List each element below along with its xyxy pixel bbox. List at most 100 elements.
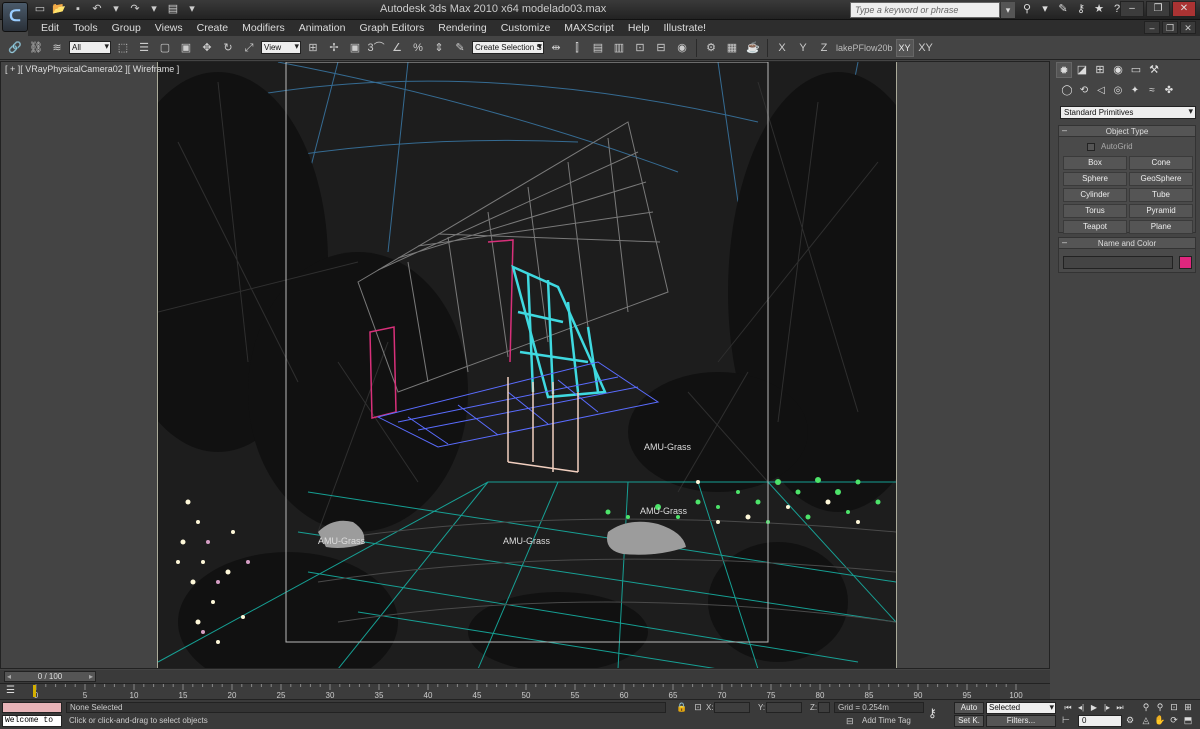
doc-minimize-icon[interactable]: – (1144, 21, 1160, 34)
select-and-link-icon[interactable]: 🔗 (6, 39, 24, 57)
name-and-color-rollout-header[interactable]: – Name and Color (1059, 237, 1195, 249)
material-editor-icon[interactable]: ◉ (673, 39, 691, 57)
create-tab-icon[interactable]: ✹ (1056, 62, 1072, 78)
play-icon[interactable]: ▶ (1088, 702, 1100, 713)
curve-editor-icon[interactable]: ⊡ (631, 39, 649, 57)
key-filters-button[interactable]: Filters... (986, 715, 1056, 727)
absolute-mode-icon[interactable]: ⊡ (692, 702, 704, 713)
menu-maxscript[interactable]: MAXScript (557, 22, 621, 34)
geosphere-button[interactable]: GeoSphere (1129, 172, 1193, 186)
bind-space-warp-icon[interactable]: ≋ (48, 39, 66, 57)
axis-y-button[interactable]: Y (794, 39, 812, 57)
constraint-xy-button[interactable]: XY (895, 38, 914, 57)
time-configuration-icon[interactable]: ⚙ (1126, 715, 1138, 727)
constraint-xy-toggle-button[interactable]: XY (917, 39, 935, 57)
reference-coordinate-dropdown[interactable]: View (261, 41, 301, 54)
geometry-icon[interactable]: ◯ (1060, 84, 1074, 98)
selection-filter-dropdown[interactable]: All (69, 41, 111, 54)
zoom-icon[interactable]: ⚲ (1140, 701, 1152, 713)
menu-help[interactable]: Help (621, 22, 657, 34)
select-by-name-icon[interactable]: ☰ (135, 39, 153, 57)
align-icon[interactable]: ⫿ (568, 39, 586, 57)
menu-rendering[interactable]: Rendering (431, 22, 493, 34)
menu-edit[interactable]: Edit (34, 22, 66, 34)
doc-restore-icon[interactable]: ❐ (1162, 21, 1178, 34)
named-selection-sets-dropdown[interactable]: Create Selection S (472, 41, 544, 54)
menu-group[interactable]: Group (105, 22, 148, 34)
autogrid-checkbox[interactable]: AutoGrid (1087, 142, 1133, 151)
zoom-extents-all-icon[interactable]: ⊞ (1182, 701, 1194, 713)
search-input[interactable]: Type a keyword or phrase (850, 2, 1000, 18)
space-warps-icon[interactable]: ≈ (1145, 84, 1159, 98)
menu-views[interactable]: Views (148, 22, 190, 34)
time-slider-thumb[interactable]: 0 / 100 (4, 671, 96, 682)
save-file-icon[interactable]: ▪ (70, 2, 86, 17)
orbit-icon[interactable]: ⟳ (1168, 714, 1180, 726)
current-frame-field[interactable]: 0 (1078, 715, 1122, 727)
angle-snap-icon[interactable]: ∠ (388, 39, 406, 57)
pan-view-icon[interactable]: ✋ (1154, 714, 1166, 726)
select-manipulate-icon[interactable]: ✢ (325, 39, 343, 57)
schematic-view-icon[interactable]: ⊟ (652, 39, 670, 57)
menu-modifiers[interactable]: Modifiers (235, 22, 292, 34)
project-folder-icon[interactable]: ▤ (165, 2, 181, 17)
layer-name-label[interactable]: lakePFlow20b (836, 43, 893, 53)
time-slider[interactable]: 0 / 100 (0, 670, 1050, 683)
select-object-icon[interactable]: ⬚ (114, 39, 132, 57)
keyboard-shortcut-override-icon[interactable]: ▣ (346, 39, 364, 57)
go-to-end-icon[interactable]: ⏭ (1114, 702, 1126, 713)
object-type-rollout-header[interactable]: – Object Type (1059, 125, 1195, 137)
redo-dropdown-icon[interactable]: ▾ (146, 2, 162, 17)
tube-button[interactable]: Tube (1129, 188, 1193, 202)
camera-safe-frame[interactable]: AMU-Grass AMU-Grass AMU-Grass AMU-Grass (157, 62, 897, 668)
maximize-icon[interactable]: ❐ (1146, 1, 1170, 17)
object-label[interactable]: AMU-Grass (644, 442, 691, 452)
new-file-icon[interactable]: ▭ (32, 2, 48, 17)
pivot-center-icon[interactable]: ⊞ (304, 39, 322, 57)
object-name-input[interactable] (1063, 256, 1173, 269)
layer-manager-icon[interactable]: ▤ (589, 39, 607, 57)
primitive-category-dropdown[interactable]: Standard Primitives (1060, 106, 1196, 119)
display-tab-icon[interactable]: ▭ (1128, 62, 1144, 78)
rect-selection-region-icon[interactable]: ▢ (156, 39, 174, 57)
snap-toggle-icon[interactable]: 3⌒ (367, 39, 385, 57)
key-filter-selection-dropdown[interactable]: Selected (986, 702, 1056, 714)
perspective-viewport[interactable]: [ + ][ VRayPhysicalCamera02 ][ Wireframe… (0, 61, 1050, 669)
rendered-frame-window-icon[interactable]: ▦ (723, 39, 741, 57)
autogrid-check[interactable] (1087, 142, 1095, 151)
current-frame-cursor[interactable] (33, 685, 36, 697)
lights-icon[interactable]: ◁ (1094, 84, 1108, 98)
selection-lock-icon[interactable]: 🔒 (676, 702, 688, 713)
object-color-swatch[interactable] (1179, 256, 1192, 269)
undo-icon[interactable]: ↶ (89, 2, 105, 17)
object-label[interactable]: AMU-Grass (640, 506, 687, 516)
spinner-snap-icon[interactable]: ⇕ (430, 39, 448, 57)
mirror-icon[interactable]: ⇹ (547, 39, 565, 57)
window-crossing-icon[interactable]: ▣ (177, 39, 195, 57)
track-bar[interactable]: ☰ 0 5 10 15 20 25 30 35 40 45 50 55 60 65 70 75 80 85 90 95… (0, 683, 1050, 700)
helpers-icon[interactable]: ✦ (1128, 84, 1142, 98)
doc-close-icon[interactable]: ✕ (1180, 21, 1196, 34)
percent-snap-icon[interactable]: % (409, 39, 427, 57)
menu-create[interactable]: Create (190, 22, 236, 34)
binoculars-icon[interactable]: ⚲ (1020, 2, 1034, 16)
cameras-icon[interactable]: ◎ (1111, 84, 1125, 98)
go-to-start-icon[interactable]: ⏮ (1062, 702, 1074, 713)
x-coordinate-field[interactable] (714, 702, 750, 713)
utilities-tab-icon[interactable]: ⚒ (1146, 62, 1162, 78)
menu-tools[interactable]: Tools (66, 22, 105, 34)
key-mode-toggle-icon[interactable]: ⊢ (1062, 715, 1074, 727)
select-and-rotate-icon[interactable]: ↻ (219, 39, 237, 57)
render-production-icon[interactable]: ☕ (744, 39, 762, 57)
object-label[interactable]: AMU-Grass (503, 536, 550, 546)
redo-icon[interactable]: ↷ (127, 2, 143, 17)
teapot-button[interactable]: Teapot (1063, 220, 1127, 234)
menu-animation[interactable]: Animation (292, 22, 353, 34)
cone-button[interactable]: Cone (1129, 156, 1193, 170)
torus-button[interactable]: Torus (1063, 204, 1127, 218)
maxscript-mini-listener-pink[interactable] (2, 702, 62, 713)
hierarchy-tab-icon[interactable]: ⊞ (1092, 62, 1108, 78)
undo-dropdown-icon[interactable]: ▾ (108, 2, 124, 17)
pyramid-button[interactable]: Pyramid (1129, 204, 1193, 218)
key-search-icon[interactable]: ⚷ (1074, 2, 1088, 16)
